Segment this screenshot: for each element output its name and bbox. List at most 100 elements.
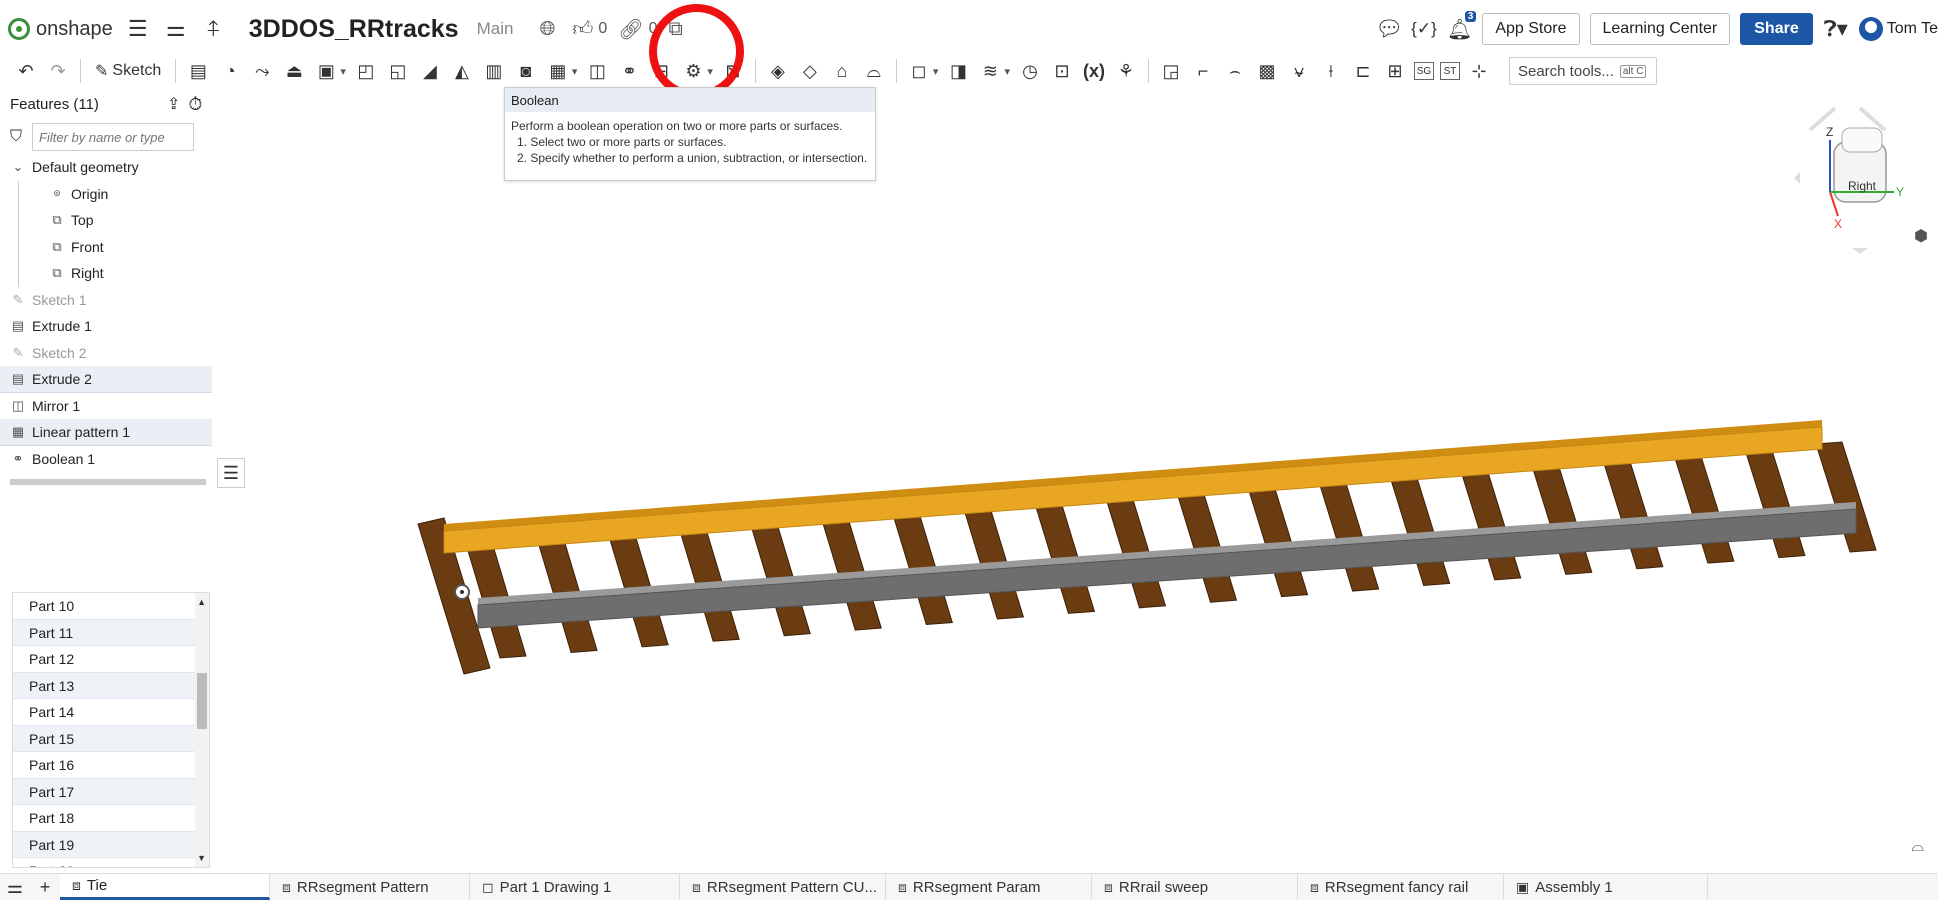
move-face-icon[interactable]: ⌂ (829, 58, 855, 84)
mirror-icon[interactable]: ◫ (584, 58, 610, 84)
railroad-tie[interactable] (1389, 473, 1451, 587)
shell-icon[interactable]: ▥ (481, 58, 507, 84)
railroad-tie[interactable] (1317, 478, 1380, 592)
list-item[interactable]: Part 10 (13, 593, 209, 620)
stopwatch-icon[interactable]: ⏱︎ (188, 94, 202, 115)
cutlist-icon[interactable]: ⊞ (1382, 58, 1408, 84)
graphics-viewport[interactable] (250, 90, 1938, 870)
list-item[interactable]: Part 11 (13, 619, 209, 646)
branch-name[interactable]: Main (477, 19, 514, 39)
tab-manager-icon[interactable]: ⚌ (0, 874, 30, 900)
feature-item-origin[interactable]: ⊚ Origin (18, 180, 212, 207)
feature-filter-input[interactable] (32, 123, 195, 151)
rotate-down-icon[interactable] (1852, 248, 1868, 254)
feature-item-sketch-2[interactable]: ✎ Sketch 2 (0, 340, 212, 367)
list-item[interactable]: Part 15 (13, 725, 209, 752)
list-item[interactable]: Part 13 (13, 672, 209, 699)
revolve-icon[interactable]: ◔ (217, 58, 243, 84)
tab-rrsegment-pattern[interactable]: ⧈ RRsegment Pattern (270, 874, 470, 900)
notifications-button[interactable]: 🔔︎ 3 (1447, 10, 1477, 42)
view-options-icon[interactable]: ⬢ (1914, 226, 1928, 246)
delete-face-icon[interactable]: ◇ (797, 58, 823, 84)
variable-icon[interactable]: (x) (1081, 58, 1107, 84)
sketch-button[interactable]: ✎ Sketch (95, 61, 161, 81)
sweep-icon[interactable]: ⤳ (249, 58, 275, 84)
list-item[interactable]: Part 14 (13, 699, 209, 726)
onshape-logo[interactable]: onshape (8, 18, 113, 41)
sheet-metal-icon[interactable]: ⚘ (1113, 58, 1139, 84)
rotate-arc[interactable] (1808, 106, 1887, 132)
insert-icon[interactable]: ⍏ (201, 16, 227, 42)
default-geometry-group[interactable]: ⌄ Default geometry (0, 154, 212, 181)
share-button[interactable]: Share (1740, 13, 1813, 45)
feature-item-sketch-1[interactable]: ✎ Sketch 1 (0, 287, 212, 314)
filter-icon[interactable]: ⛉ (10, 128, 22, 146)
section-icon[interactable]: ⊡ (1049, 58, 1075, 84)
frame-icon[interactable]: ⍱ (1286, 58, 1312, 84)
tab-part-1-drawing-1[interactable]: ◻ Part 1 Drawing 1 (470, 874, 680, 900)
path-icon[interactable]: ⟊ (1318, 58, 1344, 84)
add-tab-icon[interactable]: + (30, 874, 60, 900)
chamfer-icon[interactable]: ◱ (385, 58, 411, 84)
list-item[interactable]: Part 16 (13, 752, 209, 779)
variables-icon[interactable]: {✓} (1411, 16, 1437, 42)
tab-rrsegment-param[interactable]: ⧈ RRsegment Param (886, 874, 1092, 900)
chevron-down-icon[interactable]: ▾ (933, 65, 939, 78)
list-item[interactable]: Part 18 (13, 805, 209, 832)
rollback-bar-icon[interactable]: ⇪ (167, 94, 180, 114)
railroad-tie[interactable] (1460, 467, 1522, 581)
scroll-down-icon[interactable]: ▼ (197, 853, 206, 863)
boolean-icon[interactable]: ⚭ (616, 58, 642, 84)
feature-item-extrude-1[interactable]: ▤ Extrude 1 (0, 313, 212, 340)
mate-connector-icon[interactable]: ◨ (945, 58, 971, 84)
rollback-bar[interactable] (10, 479, 206, 485)
feature-item-boolean-1[interactable]: ⚭ Boolean 1 (0, 446, 212, 473)
list-toggle-icon[interactable]: ☰ (217, 458, 245, 488)
like-icon[interactable]: 👍︎ (572, 17, 593, 41)
add-custom-feature-icon[interactable]: ⊹ (1466, 58, 1492, 84)
extrude-icon[interactable]: ▤ (185, 58, 211, 84)
user-menu[interactable]: Tom Te (1858, 17, 1938, 41)
search-tools-input[interactable]: Search tools... alt C (1508, 57, 1657, 85)
origin-marker[interactable] (454, 584, 470, 600)
measure-icon[interactable]: ◷ (1017, 58, 1043, 84)
tab-rrrail-sweep[interactable]: ⧈ RRrail sweep (1092, 874, 1298, 900)
chevron-down-icon[interactable]: ▾ (1004, 65, 1010, 78)
st-icon[interactable]: ST (1439, 62, 1460, 80)
railroad-tie[interactable] (1531, 462, 1593, 575)
sg-icon[interactable]: SG (1413, 62, 1434, 80)
draft-icon[interactable]: ◢ (417, 58, 443, 84)
undo-icon[interactable]: ↶ (13, 58, 39, 84)
railroad-tie[interactable] (1744, 446, 1806, 559)
list-item[interactable]: Part 19 (13, 831, 209, 858)
tab-rrsegment-pattern-cu[interactable]: ⧈ RRsegment Pattern CU... (680, 874, 886, 900)
rib-icon[interactable]: ◭ (449, 58, 475, 84)
redo-icon[interactable]: ↷ (45, 58, 71, 84)
plane-icon[interactable]: ◻ (906, 58, 932, 84)
help-icon[interactable]: ❓︎▾ (1823, 16, 1849, 42)
scroll-up-icon[interactable]: ▲ (197, 597, 206, 607)
railroad-tie[interactable] (1673, 451, 1735, 564)
tab-tie[interactable]: ⧈ Tie (60, 874, 270, 900)
feature-item-extrude-2[interactable]: ▤ Extrude 2 (0, 366, 212, 393)
pattern-icon[interactable]: ▦ (545, 58, 571, 84)
form-icon[interactable]: ▩ (1254, 58, 1280, 84)
learning-center-button[interactable]: Learning Center (1589, 13, 1731, 45)
hole-icon[interactable]: ◙ (513, 58, 539, 84)
scroll-thumb[interactable] (197, 673, 207, 729)
globe-icon[interactable]: 🌐︎ (539, 18, 555, 41)
helix-icon[interactable]: ≋ (977, 58, 1003, 84)
feature-item-top[interactable]: ⧉ Top (18, 207, 212, 234)
list-item[interactable]: Part 12 (13, 646, 209, 673)
measure-corner-icon[interactable]: ⌓ (1911, 838, 1924, 856)
railroad-tie[interactable] (1602, 457, 1664, 570)
railroad-tie[interactable] (1246, 483, 1309, 598)
tab-rrsegment-fancy-rail[interactable]: ⧈ RRsegment fancy rail (1298, 874, 1504, 900)
list-item[interactable]: Part 17 (13, 778, 209, 805)
loft-icon[interactable]: ⏏ (281, 58, 307, 84)
chevron-down-icon[interactable]: ▾ (572, 65, 578, 78)
thicken-icon[interactable]: ▣ (313, 58, 339, 84)
comment-icon[interactable]: 💬︎ (1375, 16, 1403, 42)
feature-item-front[interactable]: ⧉ Front (18, 233, 212, 260)
feature-item-right[interactable]: ⧉ Right (18, 260, 212, 287)
